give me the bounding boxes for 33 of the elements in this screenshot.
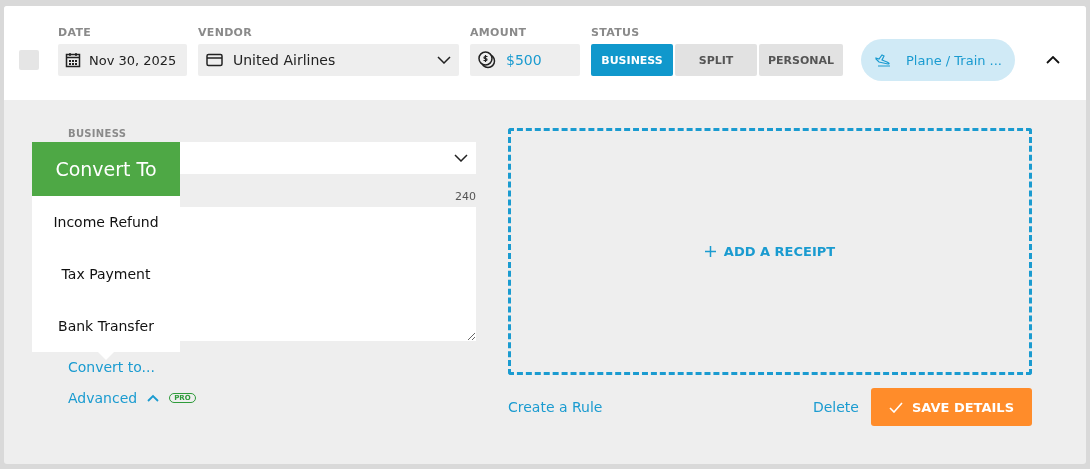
checkbox[interactable] (19, 50, 39, 70)
category-button[interactable]: Plane / Train ... (861, 39, 1015, 81)
delete-link[interactable]: Delete (812, 399, 859, 415)
advanced-link[interactable]: Advanced (68, 390, 138, 406)
field-label: VENDOR (198, 26, 253, 39)
menu-title: Convert To (32, 142, 180, 196)
chevron-down-icon (454, 154, 468, 162)
character-count: 240 (455, 190, 476, 203)
vendor-dropdown[interactable]: United Airlines (198, 44, 459, 76)
menu-item[interactable]: Income Refund (32, 196, 180, 248)
plus-icon (704, 246, 716, 257)
receipt-dropzone[interactable]: ADD A RECEIPT (508, 128, 1032, 375)
field-label: AMOUNT (470, 26, 528, 39)
checkmark-icon (888, 401, 903, 413)
status-tab[interactable]: BUSINESS (591, 44, 673, 76)
amount-field[interactable]: $500 (470, 44, 580, 76)
calendar-icon (65, 52, 81, 68)
credit-card-icon (206, 53, 223, 67)
menu-item[interactable]: Tax Payment (32, 248, 180, 300)
add-receipt-link[interactable]: ADD A RECEIPT (704, 244, 836, 259)
menu-item[interactable]: Bank Transfer (32, 300, 180, 352)
coins-icon (478, 51, 496, 69)
chevron-up-icon[interactable] (1046, 56, 1060, 64)
date-field[interactable]: Nov 30, 2025 (58, 44, 187, 76)
create-rule-link[interactable]: Create a Rule (508, 399, 603, 415)
field-label: BUSINESS (68, 128, 128, 139)
chevron-down-icon (437, 56, 451, 64)
convert-link[interactable]: Convert to... (68, 359, 476, 375)
status-tab[interactable]: PERSONAL (759, 44, 843, 76)
field-label: STATUS (591, 26, 641, 39)
field-label: DATE (58, 26, 92, 39)
save-button[interactable]: SAVE DETAILS (870, 388, 1032, 426)
status-tab[interactable]: SPLIT (675, 44, 757, 76)
